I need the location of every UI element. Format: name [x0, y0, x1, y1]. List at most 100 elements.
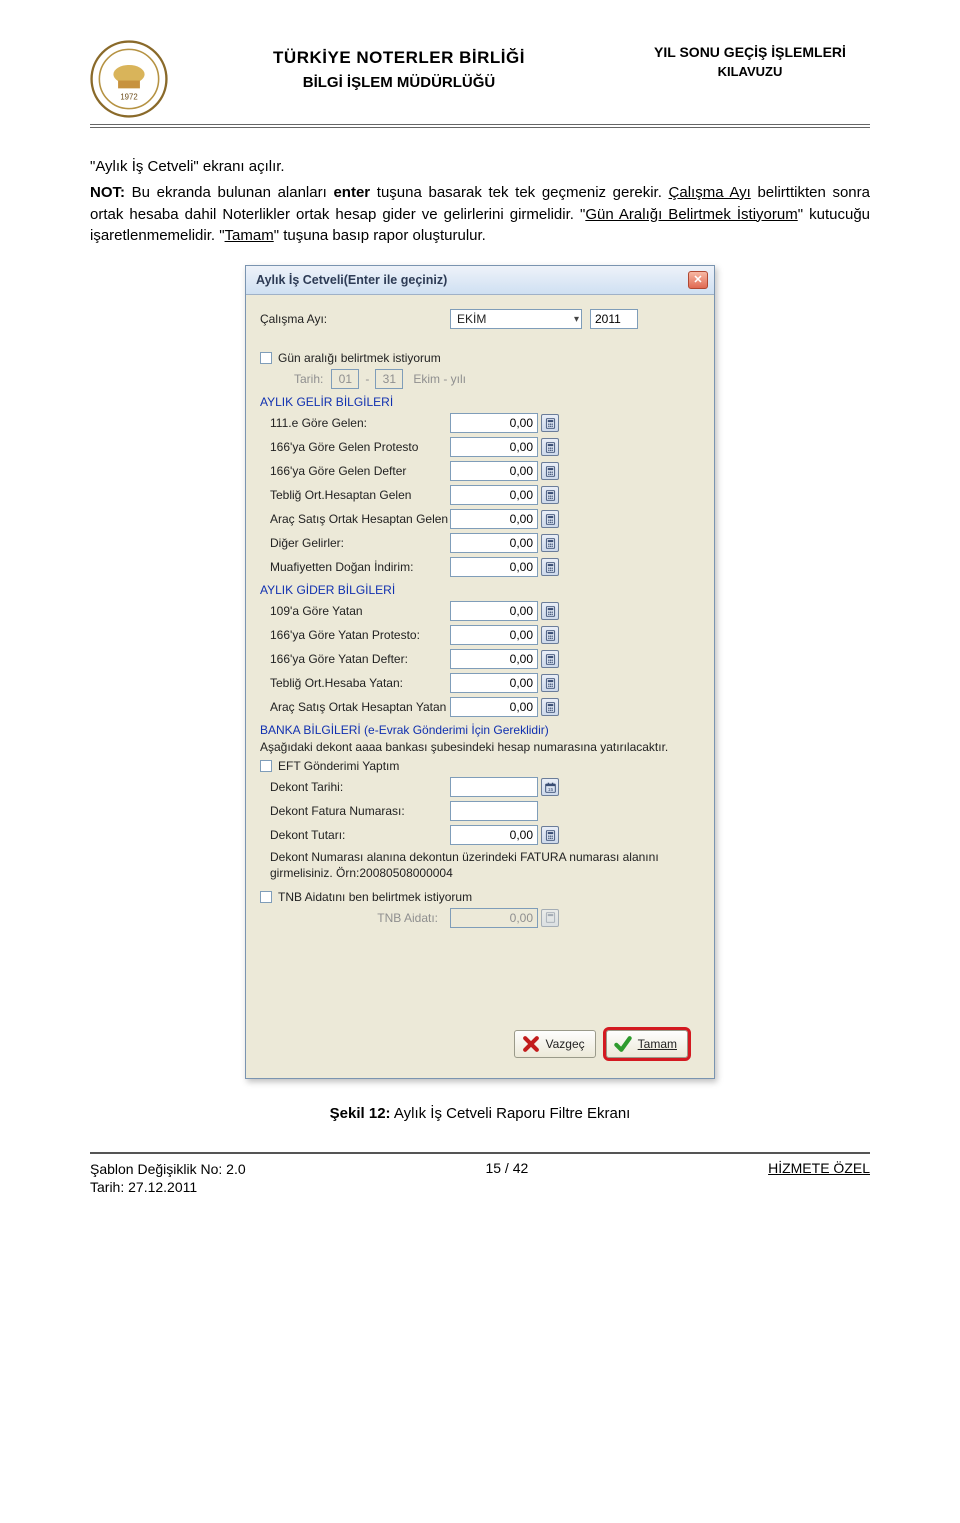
amount-label: 111.e Göre Gelen:: [260, 416, 450, 430]
dialog-titlebar[interactable]: Aylık İş Cetveli(Enter ile geçiniz) ✕: [246, 266, 714, 295]
eft-checkbox[interactable]: [260, 760, 272, 772]
body-p1: "Aylık İş Cetveli" ekranı açılır.: [90, 156, 870, 178]
amount-input[interactable]: [450, 557, 538, 577]
gider-list: 109'a Göre Yatan166'ya Göre Yatan Protes…: [260, 601, 702, 717]
calc-button[interactable]: [541, 414, 559, 432]
tamam-button[interactable]: Tamam: [606, 1030, 688, 1058]
vazgec-button[interactable]: Vazgeç: [514, 1030, 596, 1058]
calculator-icon: [545, 830, 556, 841]
tarih-suffix: Ekim - yılı: [413, 372, 466, 386]
calculator-icon: [545, 702, 556, 713]
gider-section-header: AYLIK GİDER BİLGİLERİ: [260, 583, 702, 597]
org-title: TÜRKİYE NOTERLER BİRLİĞİ: [168, 48, 630, 68]
calc-button[interactable]: [541, 462, 559, 480]
amount-input[interactable]: [450, 461, 538, 481]
amount-input[interactable]: [450, 437, 538, 457]
dekont-tarihi-input[interactable]: [450, 777, 538, 797]
calc-button[interactable]: [541, 674, 559, 692]
banka-note: Aşağıdaki dekont aaaa bankası şubesindek…: [260, 739, 702, 755]
calculator-icon: [545, 466, 556, 477]
footer-date: Tarih: 27.12.2011: [90, 1178, 246, 1197]
amount-label: Tebliğ Ort.Hesaptan Gelen: [260, 488, 450, 502]
amount-input[interactable]: [450, 509, 538, 529]
amount-row: 166'ya Göre Gelen Defter: [260, 461, 702, 481]
svg-text:15: 15: [547, 787, 553, 793]
calc-button[interactable]: [541, 486, 559, 504]
gun-araligi-checkbox[interactable]: [260, 352, 272, 364]
amount-label: Araç Satış Ortak Hesaptan Gelen: [260, 512, 450, 526]
amount-row: 166'ya Göre Gelen Protesto: [260, 437, 702, 457]
calendar-button[interactable]: 15: [541, 778, 559, 796]
doc-title-1: YIL SONU GEÇİŞ İŞLEMLERİ: [630, 44, 870, 60]
amount-input[interactable]: [450, 533, 538, 553]
tnb-aidat-checkbox[interactable]: [260, 891, 272, 903]
calc-button[interactable]: [541, 826, 559, 844]
dept-title: BİLGİ İŞLEM MÜDÜRLÜĞÜ: [168, 74, 630, 91]
amount-input[interactable]: [450, 697, 538, 717]
dekont-hint: Dekont Numarası alanına dekontun üzerind…: [270, 849, 702, 881]
month-value: EKİM: [457, 312, 486, 326]
calc-button[interactable]: [541, 534, 559, 552]
tarih-to-input: [375, 369, 403, 389]
close-icon: ✕: [693, 275, 702, 286]
tamam-label: Tamam: [638, 1037, 677, 1051]
calc-button[interactable]: [541, 438, 559, 456]
tnb-logo: 1972: [90, 40, 168, 118]
calc-button[interactable]: [541, 510, 559, 528]
close-button[interactable]: ✕: [688, 271, 708, 289]
calc-button[interactable]: [541, 650, 559, 668]
calc-button[interactable]: [541, 602, 559, 620]
calculator-icon: [545, 562, 556, 573]
amount-input[interactable]: [450, 485, 538, 505]
amount-label: 166'ya Göre Yatan Protesto:: [260, 628, 450, 642]
dekont-tutari-input[interactable]: [450, 825, 538, 845]
page-header: 1972 TÜRKİYE NOTERLER BİRLİĞİ BİLGİ İŞLE…: [90, 40, 870, 118]
calculator-icon: [545, 912, 556, 923]
page-number: 15 / 42: [485, 1160, 528, 1176]
calc-button[interactable]: [541, 698, 559, 716]
aylik-is-cetveli-dialog: Aylık İş Cetveli(Enter ile geçiniz) ✕ Ça…: [245, 265, 715, 1079]
amount-row: Araç Satış Ortak Hesaptan Gelen: [260, 509, 702, 529]
logo-year: 1972: [120, 92, 137, 101]
tnb-aidat-chk-label: TNB Aidatını ben belirtmek istiyorum: [278, 890, 472, 904]
month-select[interactable]: EKİM ▾: [450, 309, 582, 329]
amount-label: Muafiyetten Doğan İndirim:: [260, 560, 450, 574]
amount-input[interactable]: [450, 649, 538, 669]
amount-label: 166'ya Göre Yatan Defter:: [260, 652, 450, 666]
amount-row: 111.e Göre Gelen:: [260, 413, 702, 433]
figure-caption: Şekil 12: Aylık İş Cetveli Raporu Filtre…: [90, 1105, 870, 1122]
amount-input[interactable]: [450, 413, 538, 433]
calc-button[interactable]: [541, 626, 559, 644]
amount-label: Diğer Gelirler:: [260, 536, 450, 550]
calculator-icon: [545, 442, 556, 453]
amount-row: 166'ya Göre Yatan Defter:: [260, 649, 702, 669]
year-input[interactable]: [590, 309, 638, 329]
amount-label: Araç Satış Ortak Hesaptan Yatan: [260, 700, 450, 714]
calc-button-disabled: [541, 909, 559, 927]
amount-row: Muafiyetten Doğan İndirim:: [260, 557, 702, 577]
calc-button[interactable]: [541, 558, 559, 576]
gelir-list: 111.e Göre Gelen: 166'ya Göre Gelen Prote…: [260, 413, 702, 577]
header-rule: [90, 124, 870, 128]
calculator-icon: [545, 490, 556, 501]
amount-input[interactable]: [450, 601, 538, 621]
calculator-icon: [545, 418, 556, 429]
amount-input[interactable]: [450, 625, 538, 645]
page-footer: Şablon Değişiklik No: 2.0 Tarih: 27.12.2…: [90, 1152, 870, 1198]
eft-label: EFT Gönderimi Yaptım: [278, 759, 399, 773]
body-text: "Aylık İş Cetveli" ekranı açılır. NOT: B…: [90, 156, 870, 247]
dekont-tutari-label: Dekont Tutarı:: [260, 828, 450, 842]
calculator-icon: [545, 678, 556, 689]
amount-input[interactable]: [450, 673, 538, 693]
cancel-icon: [521, 1034, 541, 1054]
dekont-tarihi-label: Dekont Tarihi:: [260, 780, 450, 794]
tnb-aidati-input: [450, 908, 538, 928]
body-p2: NOT: Bu ekranda bulunan alanları enter t…: [90, 182, 870, 247]
dekont-fatura-input[interactable]: [450, 801, 538, 821]
calculator-icon: [545, 630, 556, 641]
footer-classification: HİZMETE ÖZEL: [768, 1160, 870, 1176]
check-icon: [613, 1034, 633, 1054]
calisma-ayi-label: Çalışma Ayı:: [260, 312, 450, 326]
dialog-title: Aylık İş Cetveli(Enter ile geçiniz): [256, 273, 447, 287]
calculator-icon: [545, 606, 556, 617]
